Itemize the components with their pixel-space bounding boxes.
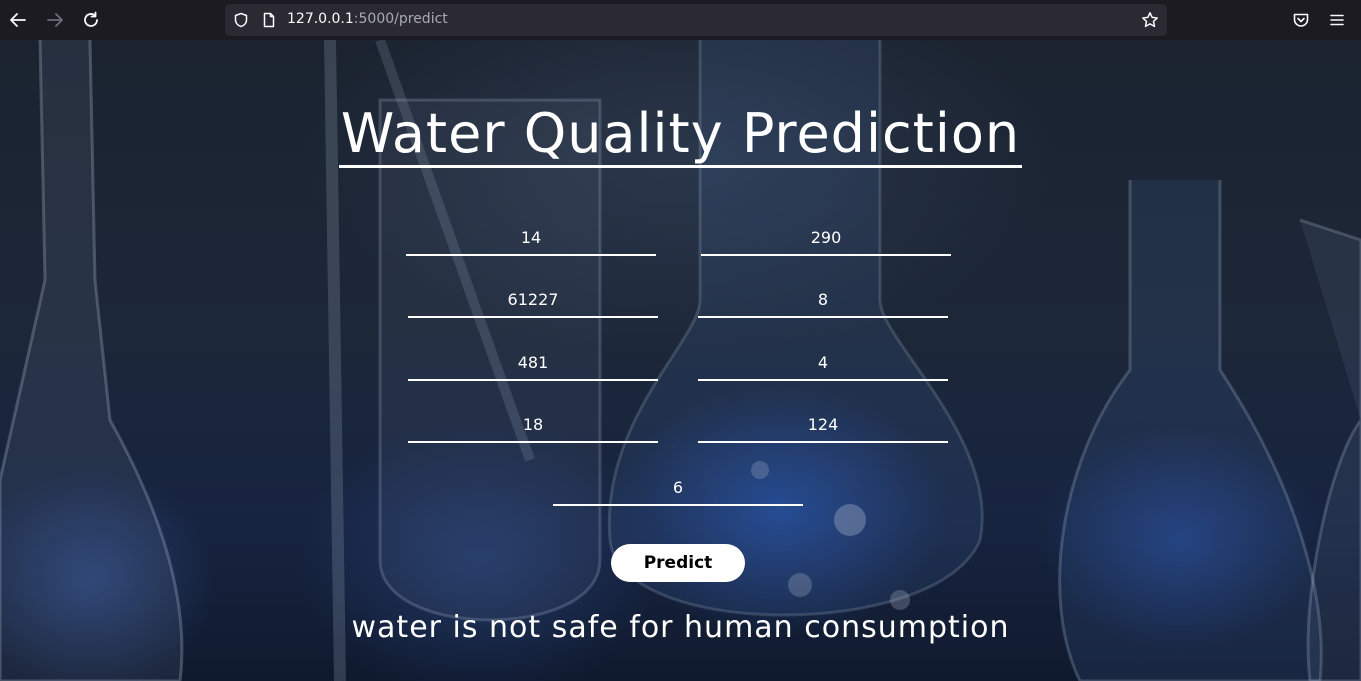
- reload-icon[interactable]: [81, 10, 101, 30]
- bookmark-star-icon[interactable]: [1141, 11, 1159, 33]
- page-title: Water Quality Prediction: [0, 102, 1361, 168]
- url-path: :5000/predict: [353, 11, 448, 27]
- pocket-icon[interactable]: [1291, 10, 1311, 30]
- forward-arrow-icon[interactable]: [45, 10, 65, 30]
- browser-toolbar: 127.0.0.1:5000/predict: [0, 0, 1361, 40]
- input-field-8[interactable]: [698, 407, 948, 443]
- back-arrow-icon[interactable]: [8, 10, 28, 30]
- url-bar[interactable]: 127.0.0.1:5000/predict: [225, 4, 1167, 36]
- predict-button[interactable]: Predict: [611, 544, 745, 582]
- input-field-5[interactable]: [408, 345, 658, 381]
- menu-icon[interactable]: [1327, 10, 1347, 30]
- input-field-2[interactable]: [701, 220, 951, 256]
- tracking-shield-icon[interactable]: [233, 12, 249, 32]
- input-field-3[interactable]: [408, 282, 658, 318]
- page-info-icon[interactable]: [261, 12, 277, 32]
- input-field-4[interactable]: [698, 282, 948, 318]
- input-field-9[interactable]: [553, 470, 803, 506]
- input-field-1[interactable]: [406, 220, 656, 256]
- page-title-text: Water Quality Prediction: [338, 102, 1023, 168]
- url-text[interactable]: 127.0.0.1:5000/predict: [287, 11, 448, 27]
- page-background: Water Quality Prediction Predict water i…: [0, 40, 1361, 681]
- prediction-result: water is not safe for human consumption: [351, 610, 1010, 645]
- url-host: 127.0.0.1: [287, 11, 354, 27]
- input-field-7[interactable]: [408, 407, 658, 443]
- input-field-6[interactable]: [698, 345, 948, 381]
